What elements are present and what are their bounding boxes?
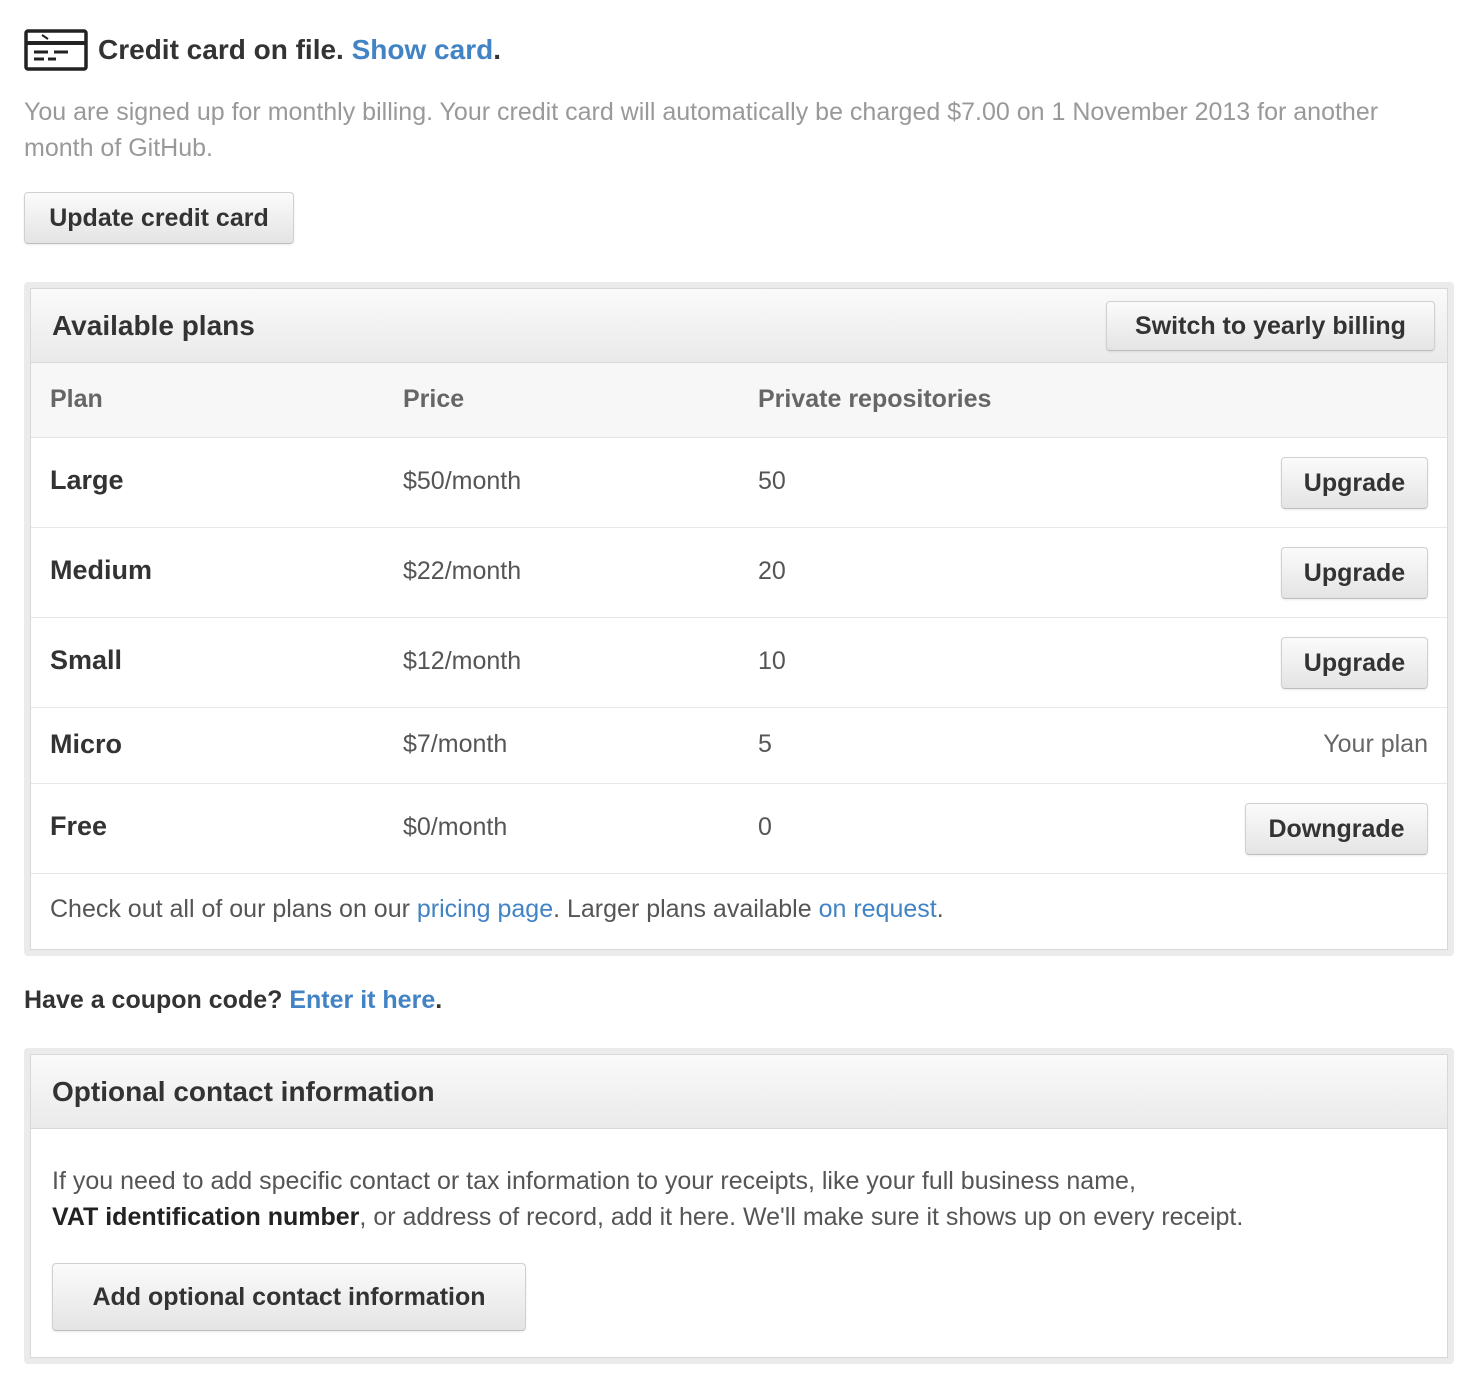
enter-coupon-link[interactable]: Enter it here	[289, 986, 435, 1014]
coupon-prompt: Have a coupon code? Enter it here.	[24, 986, 442, 1015]
plans-table-header: Plan Price Private repositories	[31, 363, 1447, 438]
plan-row-micro: Micro $7/month 5 Your plan	[31, 708, 1447, 784]
coupon-suffix: .	[435, 986, 443, 1014]
plan-name: Large	[50, 465, 124, 495]
contact-description: If you need to add specific contact or t…	[52, 1163, 1412, 1235]
pricing-page-link[interactable]: pricing page	[417, 895, 553, 923]
plan-price: $7/month	[403, 730, 508, 758]
contact-text-1: If you need to add specific contact or t…	[52, 1167, 1136, 1195]
footer-prefix: Check out all of our plans on our	[50, 895, 417, 923]
plans-title: Available plans	[52, 309, 255, 341]
on-request-link[interactable]: on request	[819, 895, 937, 923]
plan-name: Medium	[50, 555, 153, 585]
upgrade-medium-button[interactable]: Upgrade	[1281, 547, 1428, 599]
contact-text-2: , or address of record, add it here. We'…	[359, 1203, 1244, 1231]
switch-yearly-billing-button[interactable]: Switch to yearly billing	[1106, 301, 1435, 351]
upgrade-large-button[interactable]: Upgrade	[1281, 457, 1428, 509]
add-contact-info-button[interactable]: Add optional contact information	[52, 1263, 526, 1331]
footer-middle: . Larger plans available	[553, 895, 819, 923]
column-header-private-repositories: Private repositories	[758, 385, 992, 413]
plan-row-large: Large $50/month 50 Upgrade	[31, 438, 1447, 528]
plans-box: Available plans Switch to yearly billing…	[24, 282, 1454, 956]
plan-name: Small	[50, 645, 123, 675]
credit-card-header: Credit card on file. Show card.	[24, 28, 501, 72]
plan-price: $22/month	[403, 557, 522, 585]
column-header-plan: Plan	[50, 385, 103, 413]
footer-suffix: .	[936, 895, 944, 923]
plans-box-inner: Available plans Switch to yearly billing…	[30, 288, 1448, 950]
contact-box-header: Optional contact information	[31, 1055, 1447, 1129]
plans-footer-text: Check out all of our plans on our pricin…	[50, 895, 944, 924]
plans-box-header: Available plans Switch to yearly billing	[31, 289, 1447, 363]
credit-card-period: .	[493, 34, 501, 65]
downgrade-free-button[interactable]: Downgrade	[1245, 803, 1428, 855]
plan-repos: 20	[758, 557, 786, 585]
contact-box: Optional contact information If you need…	[24, 1048, 1454, 1364]
plan-repos: 5	[758, 730, 772, 758]
credit-card-label: Credit card on file.	[98, 34, 344, 65]
plan-repos: 10	[758, 647, 786, 675]
coupon-text: Have a coupon code?	[24, 986, 290, 1014]
plan-repos: 50	[758, 467, 786, 495]
column-header-price: Price	[403, 385, 465, 413]
plan-price: $50/month	[403, 467, 522, 495]
plan-price: $0/month	[403, 813, 508, 841]
credit-card-icon	[24, 29, 88, 71]
current-plan-label: Your plan	[1323, 730, 1428, 758]
credit-card-title: Credit card on file. Show card.	[98, 34, 501, 66]
upgrade-small-button[interactable]: Upgrade	[1281, 637, 1428, 689]
update-credit-card-button[interactable]: Update credit card	[24, 192, 294, 244]
vat-label: VAT identification number	[52, 1203, 360, 1231]
contact-title: Optional contact information	[52, 1075, 435, 1107]
contact-box-inner: Optional contact information If you need…	[30, 1054, 1448, 1358]
plan-repos: 0	[758, 813, 772, 841]
plan-price: $12/month	[403, 647, 522, 675]
plans-footer: Check out all of our plans on our pricin…	[31, 874, 1447, 946]
plan-name: Micro	[50, 729, 123, 759]
billing-note: You are signed up for monthly billing. Y…	[24, 98, 1379, 162]
plan-name: Free	[50, 811, 108, 841]
plan-row-free: Free $0/month 0 Downgrade	[31, 784, 1447, 874]
plan-row-medium: Medium $22/month 20 Upgrade	[31, 528, 1447, 618]
show-card-link[interactable]: Show card	[352, 34, 494, 65]
plan-row-small: Small $12/month 10 Upgrade	[31, 618, 1447, 708]
